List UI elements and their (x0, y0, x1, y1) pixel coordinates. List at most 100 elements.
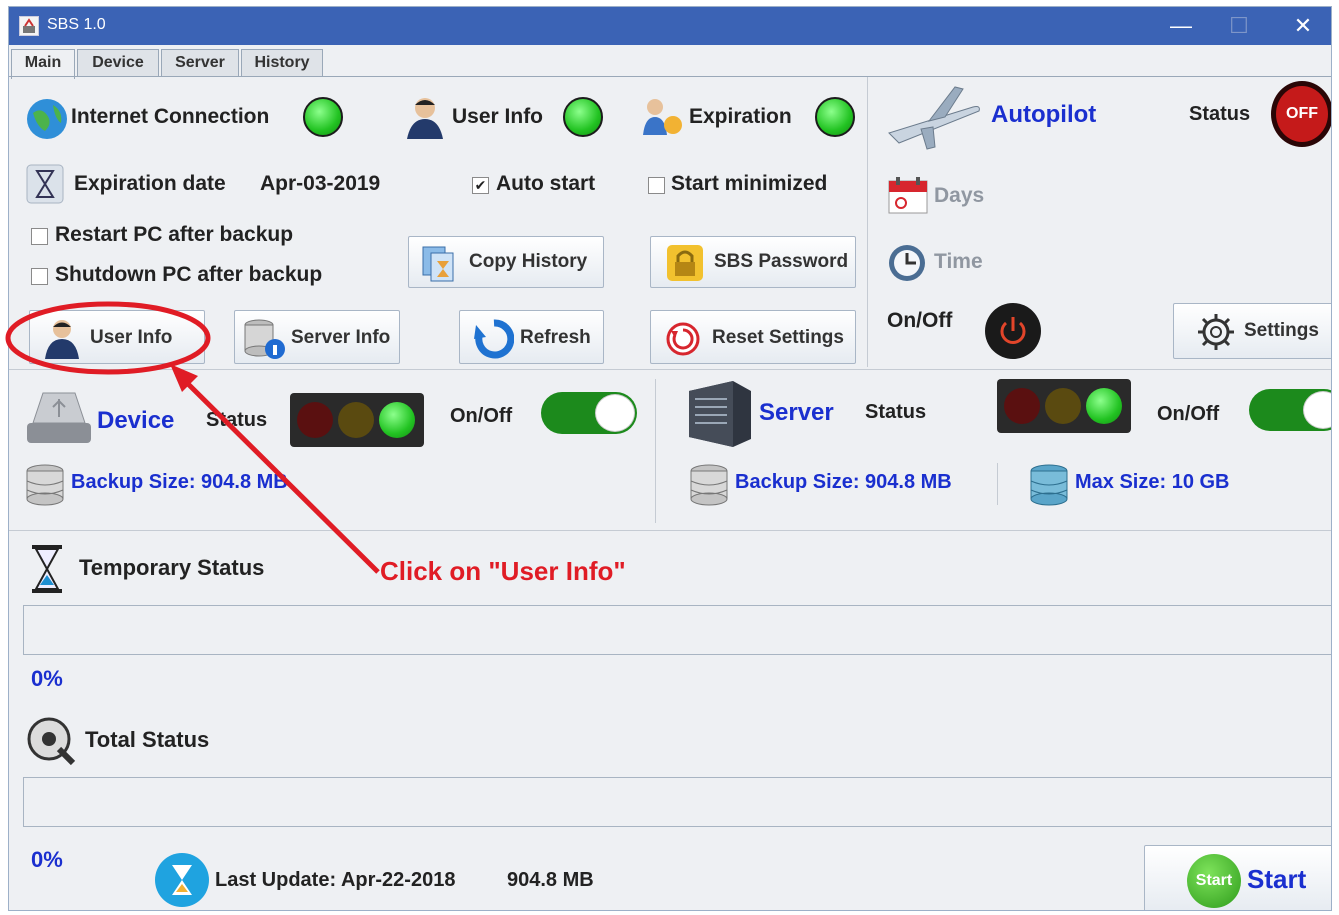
user-info-label: User Info (452, 105, 544, 128)
sbs-password-button[interactable]: SBS Password (650, 236, 856, 288)
server-size-divider (997, 463, 998, 505)
days-label: Days (934, 184, 985, 207)
maximize-button[interactable]: ☐ (1217, 11, 1261, 41)
globe-icon (25, 97, 69, 146)
user-icon (42, 317, 82, 365)
time-label: Time (934, 250, 983, 273)
autopilot-divider (867, 77, 868, 367)
device-traffic-light (290, 393, 424, 447)
internet-connection-led (303, 97, 343, 137)
reset-settings-button[interactable]: Reset Settings (650, 310, 856, 364)
autopilot-status-label: Status (1189, 103, 1251, 125)
copy-history-button[interactable]: Copy History (408, 236, 604, 288)
window-title: SBS 1.0 (47, 16, 106, 33)
expiration-label: Expiration (689, 105, 792, 128)
server-yellow-light (1045, 388, 1081, 424)
tab-device[interactable]: Device (77, 49, 159, 77)
database-icon (687, 463, 731, 512)
server-onoff-label: On/Off (1157, 403, 1220, 425)
last-update-label: Last Update: Apr-22-2018 (215, 869, 456, 891)
restart-pc-checkbox[interactable] (31, 228, 48, 245)
last-update-size: 904.8 MB (507, 869, 594, 891)
auto-start-label: Auto start (496, 172, 596, 195)
database-info-icon (241, 317, 287, 367)
total-status-percent: 0% (31, 847, 63, 872)
server-status-label: Status (865, 401, 927, 423)
users-icon (639, 95, 685, 146)
reset-settings-label: Reset Settings (712, 327, 844, 348)
refresh-button[interactable]: Refresh (459, 310, 604, 364)
server-onoff-toggle[interactable] (1249, 389, 1331, 431)
device-yellow-light (338, 402, 374, 438)
user-info-button[interactable]: User Info (29, 310, 205, 364)
tab-server[interactable]: Server (161, 49, 239, 77)
internet-connection-label: Internet Connection (71, 105, 270, 128)
usb-drive-icon (23, 385, 95, 452)
app-icon (19, 16, 39, 36)
annotation-text: Click on "User Info" (380, 556, 626, 586)
hourglass-circle-icon (153, 851, 211, 910)
power-icon (1000, 317, 1026, 344)
hourglass-icon (26, 164, 64, 209)
user-info-button-label: User Info (90, 327, 173, 348)
server-green-light (1086, 388, 1122, 424)
expiration-date-label: Expiration date (74, 172, 226, 195)
copy-history-label: Copy History (469, 251, 588, 272)
tab-main[interactable]: Main (11, 49, 75, 79)
device-onoff-label: On/Off (450, 405, 513, 427)
server-traffic-light (997, 379, 1131, 433)
server-info-label: Server Info (291, 327, 391, 348)
expiration-led (815, 97, 855, 137)
start-minimized-checkbox[interactable] (648, 177, 665, 194)
server-icon (683, 377, 757, 454)
close-button[interactable]: ✕ (1281, 11, 1325, 41)
device-status-label: Status (206, 409, 268, 431)
auto-start-checkbox[interactable]: ✔ (472, 177, 489, 194)
copy-history-icon (419, 243, 459, 289)
database-icon (23, 463, 67, 512)
shutdown-pc-checkbox[interactable] (31, 268, 48, 285)
start-label: Start (1247, 864, 1307, 894)
settings-button[interactable]: Settings (1173, 303, 1331, 359)
start-button[interactable]: Start Start (1144, 845, 1331, 910)
device-title: Device (97, 407, 175, 434)
clock-icon (887, 243, 927, 288)
user-icon (403, 95, 447, 146)
server-info-button[interactable]: Server Info (234, 310, 400, 364)
tab-history[interactable]: History (241, 49, 323, 77)
sbs-window: SBS 1.0 — ☐ ✕ Main Device Server History… (8, 6, 1332, 911)
disc-magnifier-icon (25, 715, 77, 772)
restart-pc-label: Restart PC after backup (55, 223, 294, 246)
total-progress-bar (23, 777, 1331, 827)
server-max-size: Max Size: 10 GB (1075, 471, 1230, 493)
settings-label: Settings (1244, 320, 1319, 341)
server-title: Server (759, 399, 834, 426)
section-divider-1 (9, 369, 1331, 370)
device-onoff-toggle[interactable] (541, 392, 637, 434)
temporary-status-label: Temporary Status (79, 555, 265, 580)
airplane-icon (885, 81, 983, 158)
temporary-status-percent: 0% (31, 666, 63, 691)
title-bar: SBS 1.0 — ☐ ✕ (9, 7, 1331, 45)
temporary-progress-bar (23, 605, 1331, 655)
tab-divider (9, 76, 1331, 77)
start-icon: Start (1187, 854, 1241, 908)
user-info-led (563, 97, 603, 137)
calendar-icon (887, 175, 929, 220)
total-status-label: Total Status (85, 727, 210, 752)
autopilot-power-button[interactable] (985, 303, 1041, 359)
shutdown-pc-label: Shutdown PC after backup (55, 263, 323, 286)
hourglass-icon (29, 543, 65, 600)
expiration-date-value: Apr-03-2019 (260, 172, 381, 195)
database-blue-icon (1027, 463, 1071, 512)
section-divider-2 (9, 530, 1331, 531)
start-minimized-label: Start minimized (671, 172, 828, 195)
device-server-divider (655, 379, 656, 523)
gear-icon (1196, 312, 1236, 358)
sbs-password-label: SBS Password (714, 251, 849, 272)
autopilot-onoff-label: On/Off (887, 309, 953, 332)
autopilot-status-badge[interactable]: OFF (1271, 81, 1331, 147)
refresh-icon (474, 319, 515, 365)
minimize-button[interactable]: — (1159, 11, 1203, 41)
server-red-light (1004, 388, 1040, 424)
